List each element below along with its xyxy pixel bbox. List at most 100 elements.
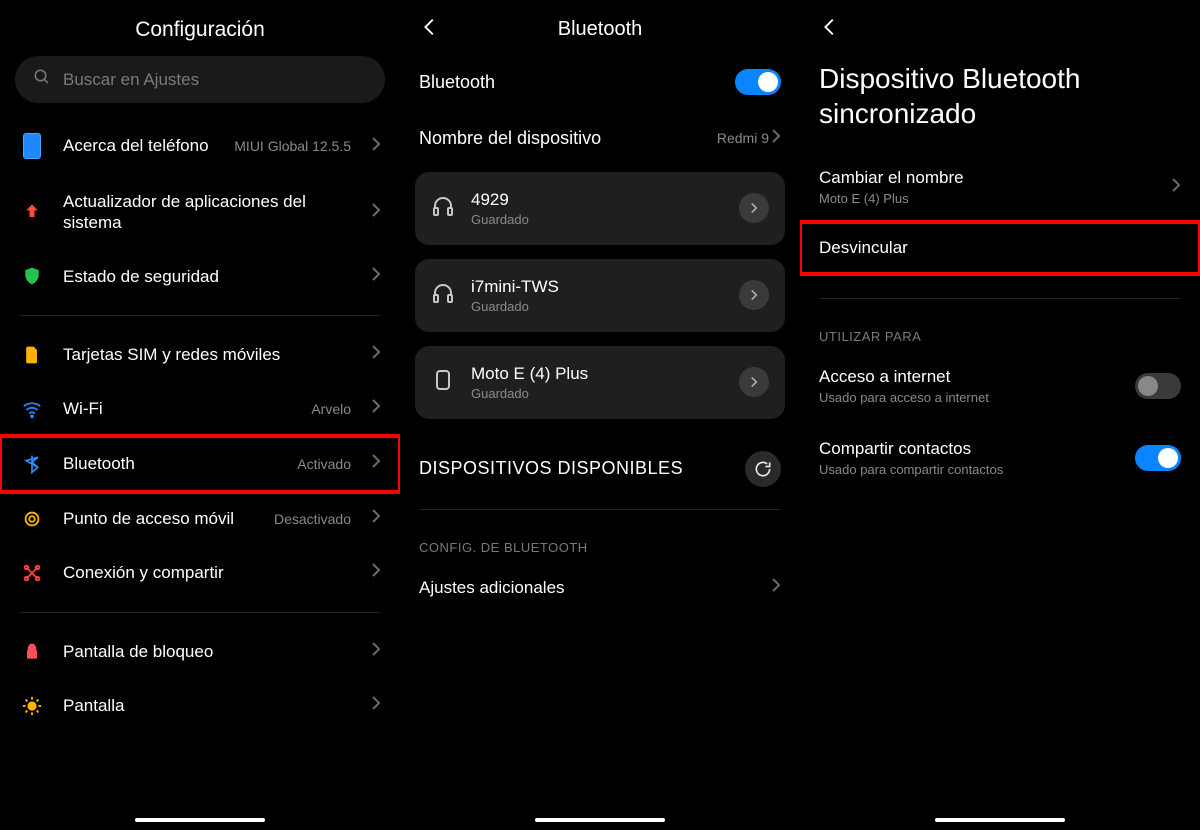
row-hotspot[interactable]: Punto de acceso móvil Desactivado [15, 492, 385, 546]
row-security-status[interactable]: Estado de seguridad [15, 250, 385, 303]
page-title: Configuración [15, 0, 385, 56]
row-device-name[interactable]: Nombre del dispositivo Redmi 9 [415, 111, 785, 166]
row-label: Bluetooth [419, 71, 735, 94]
chevron-right-icon [371, 562, 381, 583]
row-sub: Usado para acceso a internet [819, 390, 1135, 406]
row-value: Arvelo [311, 401, 351, 417]
search-placeholder: Buscar en Ajustes [63, 70, 199, 90]
row-label: Wi-Fi [63, 398, 293, 419]
chevron-right-icon [371, 695, 381, 716]
row-value: Moto E (4) Plus [819, 191, 1171, 207]
share-icon [19, 562, 45, 584]
row-label: Bluetooth [63, 453, 279, 474]
row-connection-share[interactable]: Conexión y compartir [15, 546, 385, 600]
use-for-header: UTILIZAR PARA [815, 311, 1185, 350]
chevron-right-icon [1171, 177, 1181, 198]
chevron-right-icon [371, 508, 381, 529]
row-label: Ajustes adicionales [419, 577, 771, 598]
chevron-right-icon [371, 453, 381, 474]
device-status: Guardado [471, 386, 723, 401]
chevron-right-icon [371, 136, 381, 157]
chevron-right-icon [371, 344, 381, 365]
header: Bluetooth [415, 0, 785, 53]
page-title: Bluetooth [419, 18, 781, 41]
bluetooth-config-header: CONFIG. DE BLUETOOTH [415, 522, 785, 561]
row-label: Nombre del dispositivo [419, 127, 717, 150]
contacts-toggle[interactable] [1135, 445, 1181, 471]
divider [819, 298, 1181, 299]
bluetooth-panel: Bluetooth Bluetooth Nombre del dispositi… [400, 0, 800, 830]
row-system-updater[interactable]: Actualizador de aplicaciones del sistema [15, 175, 385, 250]
row-label: Cambiar el nombre [819, 167, 1171, 188]
header [815, 0, 1185, 53]
paired-device[interactable]: 4929 Guardado [415, 172, 785, 245]
shield-icon [19, 266, 45, 286]
row-sub: Usado para compartir contactos [819, 462, 1135, 478]
row-rename[interactable]: Cambiar el nombre Moto E (4) Plus [815, 151, 1185, 218]
search-icon [33, 68, 51, 91]
internet-toggle[interactable] [1135, 373, 1181, 399]
row-value: Redmi 9 [717, 130, 769, 146]
row-label: Pantalla [63, 695, 353, 716]
back-button[interactable] [819, 16, 841, 43]
device-name: 4929 [471, 190, 723, 210]
divider [419, 509, 781, 510]
device-status: Guardado [471, 212, 723, 227]
headphones-icon [431, 281, 455, 310]
home-indicator[interactable] [935, 818, 1065, 822]
row-label: Pantalla de bloqueo [63, 641, 353, 662]
chevron-right-icon [371, 266, 381, 287]
row-internet-access[interactable]: Acceso a internet Usado para acceso a in… [815, 350, 1185, 423]
row-label: Acceso a internet [819, 366, 1135, 387]
refresh-button[interactable] [745, 451, 781, 487]
row-label: Conexión y compartir [63, 562, 353, 583]
device-details-button[interactable] [739, 193, 769, 223]
divider [19, 612, 381, 613]
home-indicator[interactable] [135, 818, 265, 822]
page-title: Dispositivo Bluetooth sincronizado [815, 53, 1185, 151]
bluetooth-toggle[interactable] [735, 69, 781, 95]
row-share-contacts[interactable]: Compartir contactos Usado para compartir… [815, 422, 1185, 495]
paired-device[interactable]: i7mini-TWS Guardado [415, 259, 785, 332]
divider [19, 315, 381, 316]
device-status: Guardado [471, 299, 723, 314]
row-sim-networks[interactable]: Tarjetas SIM y redes móviles [15, 328, 385, 382]
chevron-right-icon [371, 398, 381, 419]
paired-device[interactable]: Moto E (4) Plus Guardado [415, 346, 785, 419]
row-label: Estado de seguridad [63, 266, 353, 287]
search-input[interactable]: Buscar en Ajustes [15, 56, 385, 103]
phone-outline-icon [431, 368, 455, 397]
home-indicator[interactable] [535, 818, 665, 822]
row-label: Tarjetas SIM y redes móviles [63, 344, 353, 365]
chevron-right-icon [371, 202, 381, 223]
row-wifi[interactable]: Wi-Fi Arvelo [15, 382, 385, 436]
row-bluetooth[interactable]: Bluetooth Activado [0, 436, 400, 492]
row-bluetooth-toggle[interactable]: Bluetooth [415, 53, 785, 111]
row-lockscreen[interactable]: Pantalla de bloqueo [15, 625, 385, 679]
settings-panel: Configuración Buscar en Ajustes Acerca d… [0, 0, 400, 830]
device-name: i7mini-TWS [471, 277, 723, 297]
sim-icon [19, 344, 45, 366]
bluetooth-icon [19, 452, 45, 476]
row-display[interactable]: Pantalla [15, 679, 385, 733]
chevron-right-icon [771, 128, 781, 149]
chevron-right-icon [371, 641, 381, 662]
headphones-icon [431, 194, 455, 223]
row-about-phone[interactable]: Acerca del teléfono MIUI Global 12.5.5 [15, 117, 385, 175]
device-detail-panel: Dispositivo Bluetooth sincronizado Cambi… [800, 0, 1200, 830]
row-unpair[interactable]: Desvincular [800, 222, 1200, 274]
hotspot-icon [19, 508, 45, 530]
arrow-up-icon [19, 202, 45, 222]
row-label: Actualizador de aplicaciones del sistema [63, 191, 353, 234]
row-label: Desvincular [819, 238, 908, 257]
phone-icon [19, 133, 45, 159]
row-value: MIUI Global 12.5.5 [234, 138, 351, 154]
device-details-button[interactable] [739, 280, 769, 310]
row-label: Acerca del teléfono [63, 135, 216, 156]
brightness-icon [19, 695, 45, 717]
row-additional-settings[interactable]: Ajustes adicionales [415, 561, 785, 614]
device-details-button[interactable] [739, 367, 769, 397]
row-value: Activado [297, 456, 351, 472]
row-label: Punto de acceso móvil [63, 508, 256, 529]
available-devices-header: DISPOSITIVOS DISPONIBLES [415, 433, 785, 497]
